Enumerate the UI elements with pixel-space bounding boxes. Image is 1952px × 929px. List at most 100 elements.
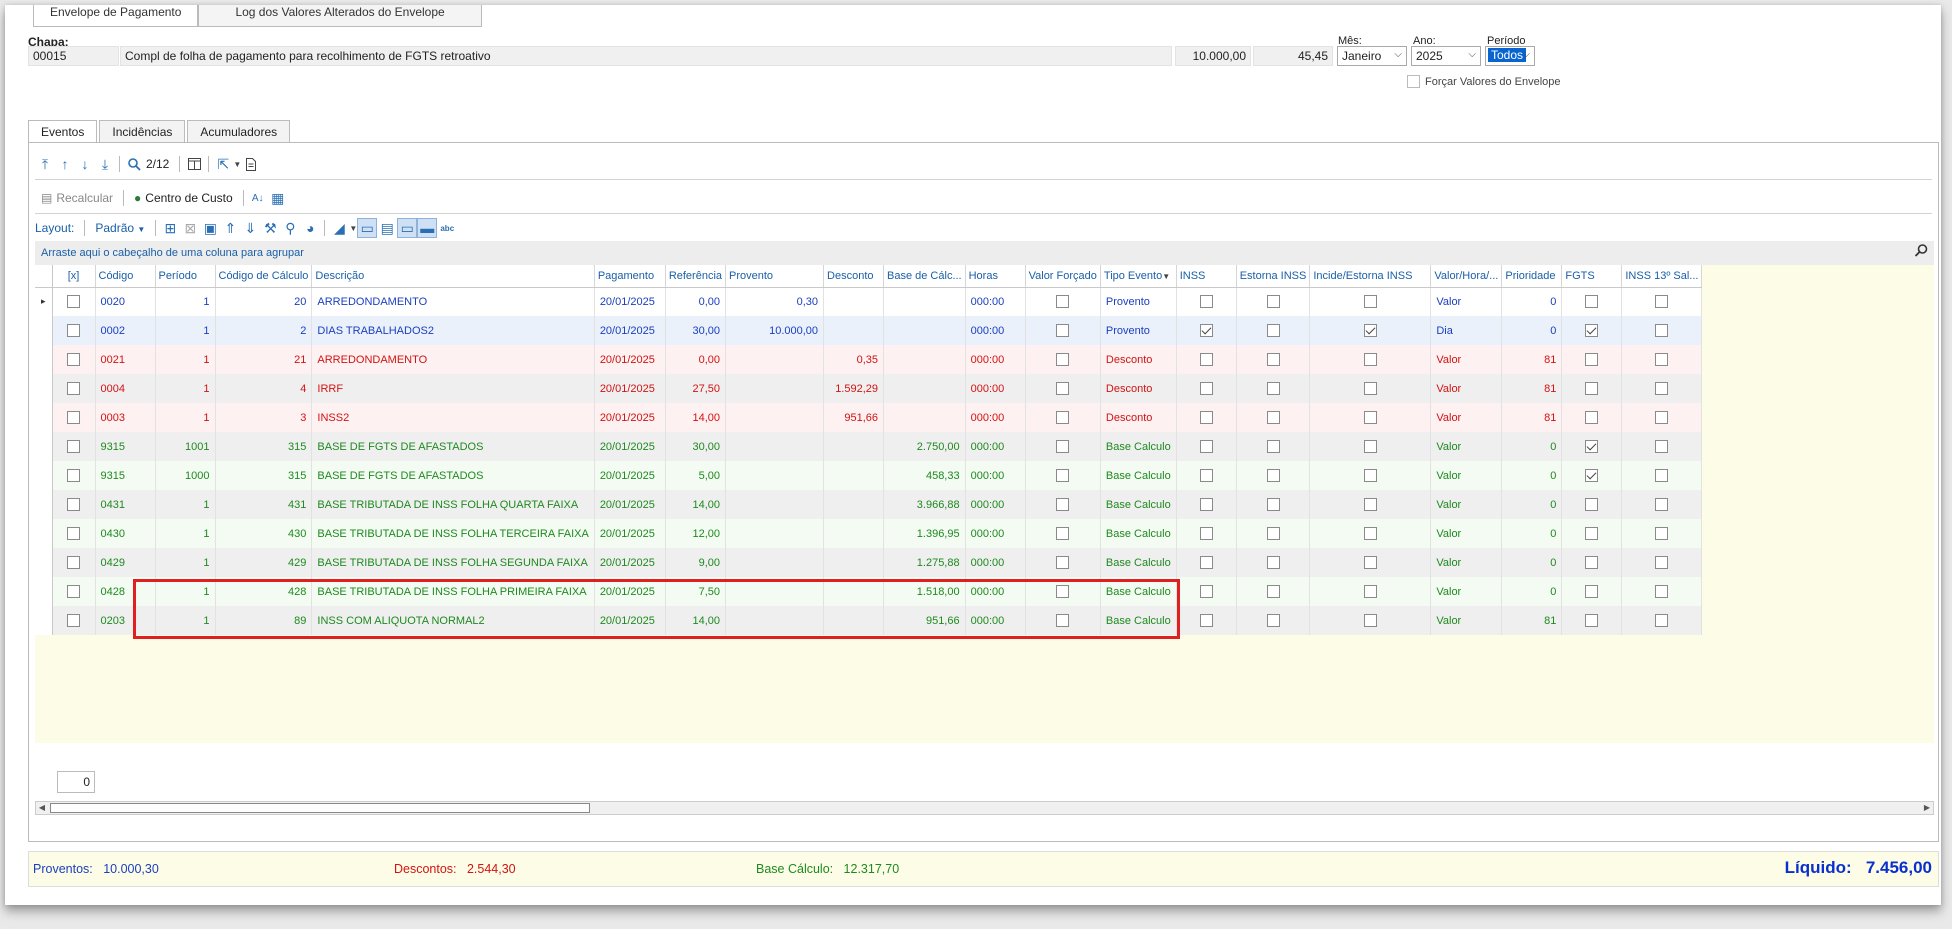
tipo-evento-cell[interactable]: Base Calculo [1100, 519, 1177, 548]
scroll-left-icon[interactable]: ◀ [36, 802, 48, 814]
checkbox[interactable] [1266, 527, 1280, 540]
provento-cell[interactable] [725, 606, 825, 635]
periodo-cell[interactable]: 1001 [155, 432, 216, 461]
base-calculo-cell[interactable] [883, 374, 966, 403]
next-record-icon[interactable]: ↓ [75, 154, 95, 174]
estorna-inss-cell[interactable] [1236, 374, 1311, 403]
referencia-cell[interactable]: 14,00 [665, 403, 727, 432]
valor-forcado-cell[interactable] [1025, 490, 1101, 519]
descricao-cell[interactable]: DIAS TRABALHADOS2 [311, 316, 595, 345]
checkbox[interactable] [1655, 411, 1669, 424]
select-checkbox-cell[interactable] [52, 577, 96, 606]
descricao-cell[interactable]: INSS COM ALIQUOTA NORMAL2 [311, 606, 595, 635]
prioridade-cell[interactable]: 0 [1501, 461, 1563, 490]
checkbox[interactable] [1655, 585, 1669, 598]
valor-forcado-cell[interactable] [1025, 432, 1101, 461]
checkbox[interactable] [1199, 411, 1213, 424]
checkbox[interactable] [1266, 324, 1280, 337]
checkbox[interactable] [1266, 382, 1280, 395]
tipo-evento-cell[interactable]: Desconto [1100, 403, 1177, 432]
checkbox[interactable] [1266, 498, 1280, 511]
checkbox[interactable] [1585, 614, 1599, 627]
fgts-cell[interactable] [1561, 316, 1623, 345]
base-calculo-cell[interactable]: 3.966,88 [883, 490, 966, 519]
codigo-cell[interactable]: 0431 [95, 490, 156, 519]
column-header-valor-forcado[interactable]: Valor Forçado [1025, 265, 1101, 288]
valor-hora-cell[interactable]: Valor [1430, 577, 1503, 606]
checkbox[interactable] [1199, 469, 1213, 482]
checkbox[interactable] [1655, 527, 1669, 540]
inss-13-cell[interactable] [1621, 490, 1703, 519]
checkbox[interactable] [1655, 382, 1669, 395]
select-checkbox-cell[interactable] [52, 461, 96, 490]
provento-cell[interactable] [725, 345, 825, 374]
periodo-cell[interactable]: 1 [155, 316, 216, 345]
column-header-inss[interactable]: INSS [1176, 265, 1237, 288]
incide-estorna-inss-cell[interactable] [1309, 403, 1432, 432]
spell-check-icon[interactable]: abc [437, 218, 457, 238]
checkbox[interactable] [67, 527, 80, 540]
column-header-tipo-evento[interactable]: Tipo Evento▼ [1100, 265, 1177, 288]
inss-13-cell[interactable] [1621, 519, 1703, 548]
column-header-referencia[interactable]: Referência [665, 265, 727, 288]
upload-layout-icon[interactable]: ⇑ [220, 218, 240, 238]
incide-estorna-inss-cell[interactable] [1309, 345, 1432, 374]
checkbox[interactable] [1266, 411, 1280, 424]
estorna-inss-cell[interactable] [1236, 461, 1311, 490]
checkbox[interactable] [1655, 324, 1669, 337]
inss-cell[interactable] [1176, 461, 1237, 490]
base-calculo-cell[interactable] [883, 345, 966, 374]
estorna-inss-cell[interactable] [1236, 316, 1311, 345]
referencia-cell[interactable]: 27,50 [665, 374, 727, 403]
desconto-cell[interactable] [823, 548, 885, 577]
incide-estorna-inss-cell[interactable] [1309, 287, 1432, 316]
codigo-calculo-cell[interactable]: 429 [215, 548, 313, 577]
provento-cell[interactable] [725, 577, 825, 606]
estorna-inss-cell[interactable] [1236, 432, 1311, 461]
periodo-cell[interactable]: 1 [155, 403, 216, 432]
referencia-cell[interactable]: 0,00 [665, 287, 727, 316]
descricao-cell[interactable]: BASE TRIBUTADA DE INSS FOLHA QUARTA FAIX… [311, 490, 595, 519]
provento-cell[interactable] [725, 432, 825, 461]
report-icon[interactable]: ▦ [268, 188, 288, 208]
valor-hora-cell[interactable]: Valor [1430, 461, 1503, 490]
base-calculo-cell[interactable]: 458,33 [883, 461, 966, 490]
prioridade-cell[interactable]: 0 [1501, 548, 1563, 577]
incide-estorna-inss-cell[interactable] [1309, 374, 1432, 403]
tipo-evento-cell[interactable]: Base Calculo [1100, 606, 1177, 635]
chevron-down-icon[interactable]: ▼ [233, 160, 241, 169]
codigo-calculo-cell[interactable]: 315 [215, 461, 313, 490]
codigo-cell[interactable]: 9315 [95, 432, 156, 461]
column-header-inss-13[interactable]: INSS 13º Sal... [1621, 265, 1703, 288]
hour-value-field[interactable]: 45,45 [1253, 46, 1333, 66]
column-header-prioridade[interactable]: Prioridade [1501, 265, 1563, 288]
periodo-cell[interactable]: 1 [155, 577, 216, 606]
checkbox[interactable] [1363, 527, 1377, 540]
fgts-cell[interactable] [1561, 577, 1623, 606]
checkbox[interactable] [1199, 527, 1213, 540]
desconto-cell[interactable] [823, 490, 885, 519]
scroll-right-icon[interactable]: ▶ [1921, 802, 1933, 814]
salary-field[interactable]: 10.000,00 [1175, 46, 1251, 66]
select-checkbox-cell[interactable] [52, 403, 96, 432]
color-icon[interactable]: ◕ [300, 218, 320, 238]
view-footer-icon[interactable]: ▭ [357, 218, 378, 238]
codigo-cell[interactable]: 0004 [95, 374, 156, 403]
tipo-evento-cell[interactable]: Desconto [1100, 345, 1177, 374]
checkbox[interactable] [1585, 469, 1599, 482]
recalcular-button[interactable]: ▤ Recalcular [35, 188, 119, 208]
horas-cell[interactable]: 000:00 [965, 316, 1026, 345]
base-calculo-cell[interactable]: 951,66 [883, 606, 966, 635]
checkbox[interactable] [1199, 382, 1213, 395]
checkbox[interactable] [1199, 585, 1213, 598]
tab-envelope-pagamento[interactable]: Envelope de Pagamento [33, 5, 199, 27]
inss-13-cell[interactable] [1621, 287, 1703, 316]
column-header-estorna-inss[interactable]: Estorna INSS [1236, 265, 1311, 288]
tipo-evento-cell[interactable]: Provento [1100, 287, 1177, 316]
valor-forcado-cell[interactable] [1025, 287, 1101, 316]
table-row[interactable]: 0431 1 431 BASE TRIBUTADA DE INSS FOLHA QUA… [35, 490, 1703, 519]
pagamento-cell[interactable]: 20/01/2025 [594, 316, 666, 345]
prioridade-cell[interactable]: 81 [1501, 606, 1563, 635]
checkbox[interactable] [1199, 353, 1213, 366]
codigo-calculo-cell[interactable]: 431 [215, 490, 313, 519]
